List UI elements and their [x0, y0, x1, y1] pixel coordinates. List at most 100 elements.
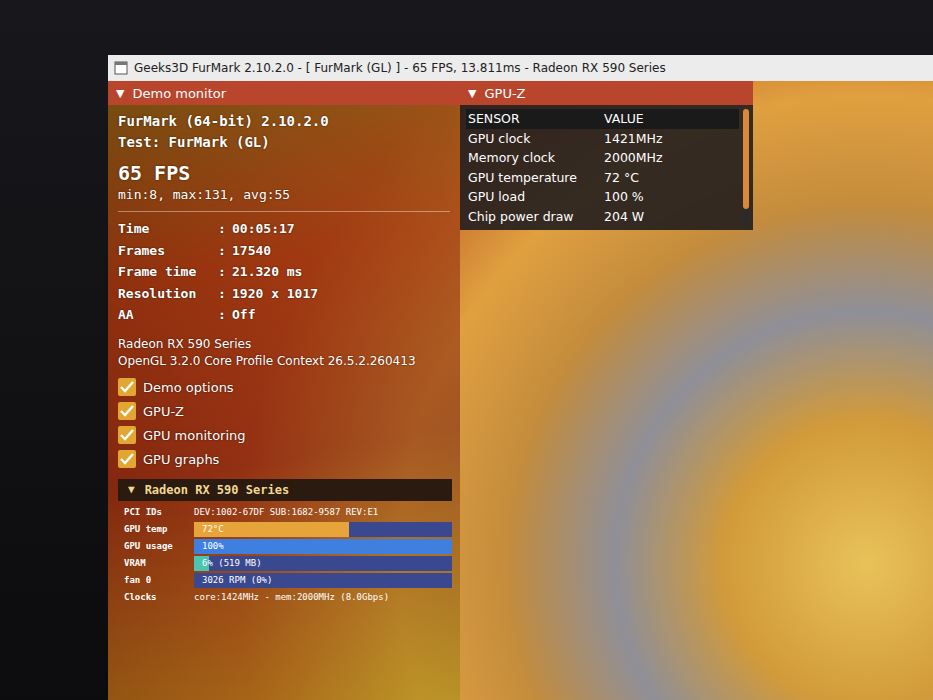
options-list: Demo options GPU-Z GPU monitoring GPU graph…	[118, 378, 450, 469]
column-header: VALUE	[604, 111, 739, 126]
window-title: Geeks3D FurMark 2.10.2.0 - [ FurMark (GL…	[134, 61, 666, 75]
stat-separator: :	[218, 304, 232, 326]
stat-row: Frames:17540	[118, 240, 450, 262]
table-row: GPU clock1421MHz	[466, 129, 739, 149]
sensor-value: 1421MHz	[604, 131, 739, 146]
sensor-table: SENSORVALUEGPU clock1421MHzMemory clock2…	[466, 109, 739, 226]
sensor-name: GPU clock	[468, 131, 604, 146]
stat-separator: :	[218, 240, 232, 262]
gpu-section-header[interactable]: ▼ Radeon RX 590 Series	[118, 479, 452, 501]
table-row: GPU temperature72 °C	[466, 168, 739, 188]
stat-value: 00:05:17	[232, 218, 450, 240]
option-label: GPU-Z	[143, 404, 184, 419]
gpu-row-label: GPU usage	[124, 541, 194, 551]
fur-render	[753, 81, 933, 700]
gpu-row: GPU temp72°C	[124, 522, 452, 537]
stats-list: Time:00:05:17Frames:17540Frame time:21.3…	[118, 218, 450, 326]
stat-row: Time:00:05:17	[118, 218, 450, 240]
stat-value: Off	[232, 304, 450, 326]
stat-label: Resolution	[118, 283, 218, 305]
checkbox[interactable]	[118, 378, 136, 396]
gpu-bar-value: 100%	[194, 541, 224, 551]
checkbox[interactable]	[118, 402, 136, 420]
gpu-bar: 3026 RPM (0%)	[194, 573, 452, 588]
app-icon	[114, 61, 128, 75]
collapse-icon[interactable]: ▼	[128, 483, 135, 496]
gpu-row-value: DEV:1002-67DF SUB:1682-9587 REV:E1	[194, 507, 452, 517]
gpu-bar-value: 6% (519 MB)	[194, 558, 262, 568]
stat-separator: :	[218, 283, 232, 305]
gpuz-header[interactable]: ▼ GPU-Z	[460, 81, 753, 105]
collapse-icon[interactable]: ▼	[116, 87, 124, 100]
gpu-bar: 6% (519 MB)	[194, 556, 452, 571]
panel-title: Demo monitor	[132, 86, 226, 101]
checkbox[interactable]	[118, 426, 136, 444]
option-checkbox[interactable]: GPU-Z	[118, 402, 450, 421]
check-icon	[118, 402, 136, 420]
gpu-row-label: fan 0	[124, 575, 194, 585]
sensor-value: 100 %	[604, 189, 739, 204]
sensor-name: GPU load	[468, 189, 604, 204]
option-checkbox[interactable]: Demo options	[118, 378, 450, 397]
panel-title: GPU-Z	[484, 86, 525, 101]
check-icon	[118, 378, 136, 396]
stat-label: Frame time	[118, 261, 218, 283]
option-label: Demo options	[143, 380, 234, 395]
app-version: FurMark (64-bit) 2.10.2.0	[118, 111, 450, 132]
gpu-bar-value: 3026 RPM (0%)	[194, 575, 272, 585]
gl-context: OpenGL 3.2.0 Core Profile Context 26.5.2…	[118, 353, 450, 370]
stat-value: 17540	[232, 240, 450, 262]
fps-value: 65 FPS	[118, 161, 450, 185]
render-area: ▼ Demo monitor FurMark (64-bit) 2.10.2.0Te…	[108, 81, 933, 700]
gpu-bar: 72°C	[194, 522, 452, 537]
monitor-screen: Geeks3D FurMark 2.10.2.0 - [ FurMark (GL…	[0, 0, 933, 700]
gpu-row-label: Clocks	[124, 592, 194, 602]
table-row: GPU load100 %	[466, 187, 739, 207]
gpu-row: Clockscore:1424MHz - mem:2000MHz (8.0Gbp…	[124, 590, 452, 605]
gpu-bar-value: 72°C	[194, 524, 224, 534]
check-icon	[118, 426, 136, 444]
stat-label: Time	[118, 218, 218, 240]
scrollbar-thumb[interactable]	[743, 109, 749, 209]
scrollbar[interactable]	[743, 109, 749, 226]
gpu-bar-fill	[194, 539, 452, 554]
gpu-row: GPU usage100%	[124, 539, 452, 554]
furmark-window: Geeks3D FurMark 2.10.2.0 - [ FurMark (GL…	[108, 55, 933, 700]
option-label: GPU monitoring	[143, 428, 246, 443]
stat-value: 1920 x 1017	[232, 283, 450, 305]
checkbox[interactable]	[118, 450, 136, 468]
gpu-row-value: core:1424MHz - mem:2000MHz (8.0Gbps)	[194, 592, 452, 602]
gpu-row: PCI IDsDEV:1002-67DF SUB:1682-9587 REV:E…	[124, 505, 452, 520]
collapse-icon[interactable]: ▼	[468, 87, 476, 100]
sensor-value: 2000MHz	[604, 150, 739, 165]
sensor-value: 204 W	[604, 209, 739, 224]
title-bar: Geeks3D FurMark 2.10.2.0 - [ FurMark (GL…	[108, 55, 933, 81]
gpu-row: VRAM6% (519 MB)	[124, 556, 452, 571]
gpu-name: Radeon RX 590 Series	[118, 336, 450, 353]
gpu-row-label: PCI IDs	[124, 507, 194, 517]
gpu-row-label: VRAM	[124, 558, 194, 568]
gpu-row: fan 03026 RPM (0%)	[124, 573, 452, 588]
table-row: Chip power draw204 W	[466, 207, 739, 227]
demo-monitor-panel: ▼ Demo monitor FurMark (64-bit) 2.10.2.0Te…	[108, 81, 460, 700]
gpu-monitor-rows: PCI IDsDEV:1002-67DF SUB:1682-9587 REV:E…	[108, 501, 460, 609]
gpuz-panel: ▼GPU-ZSENSORVALUEGPU clock1421MHzMemory …	[460, 81, 753, 230]
demo-monitor-header[interactable]: ▼ Demo monitor	[108, 81, 460, 105]
stat-value: 21.320 ms	[232, 261, 450, 283]
check-icon	[118, 450, 136, 468]
gpuz-table-area: SENSORVALUEGPU clock1421MHzMemory clock2…	[460, 105, 753, 230]
option-checkbox[interactable]: GPU monitoring	[118, 426, 450, 445]
option-checkbox[interactable]: GPU graphs	[118, 450, 450, 469]
section-title: Radeon RX 590 Series	[145, 483, 290, 497]
column-header: SENSOR	[468, 111, 604, 126]
stat-separator: :	[218, 261, 232, 283]
fps-stats: min:8, max:131, avg:55	[118, 185, 450, 212]
demo-monitor-body: FurMark (64-bit) 2.10.2.0Test: FurMark (…	[108, 105, 460, 477]
stat-separator: :	[218, 218, 232, 240]
sensor-name: Chip power draw	[468, 209, 604, 224]
option-label: GPU graphs	[143, 452, 219, 467]
gpu-bar: 100%	[194, 539, 452, 554]
stat-label: AA	[118, 304, 218, 326]
sensor-name: GPU temperature	[468, 170, 604, 185]
stat-row: Resolution:1920 x 1017	[118, 283, 450, 305]
